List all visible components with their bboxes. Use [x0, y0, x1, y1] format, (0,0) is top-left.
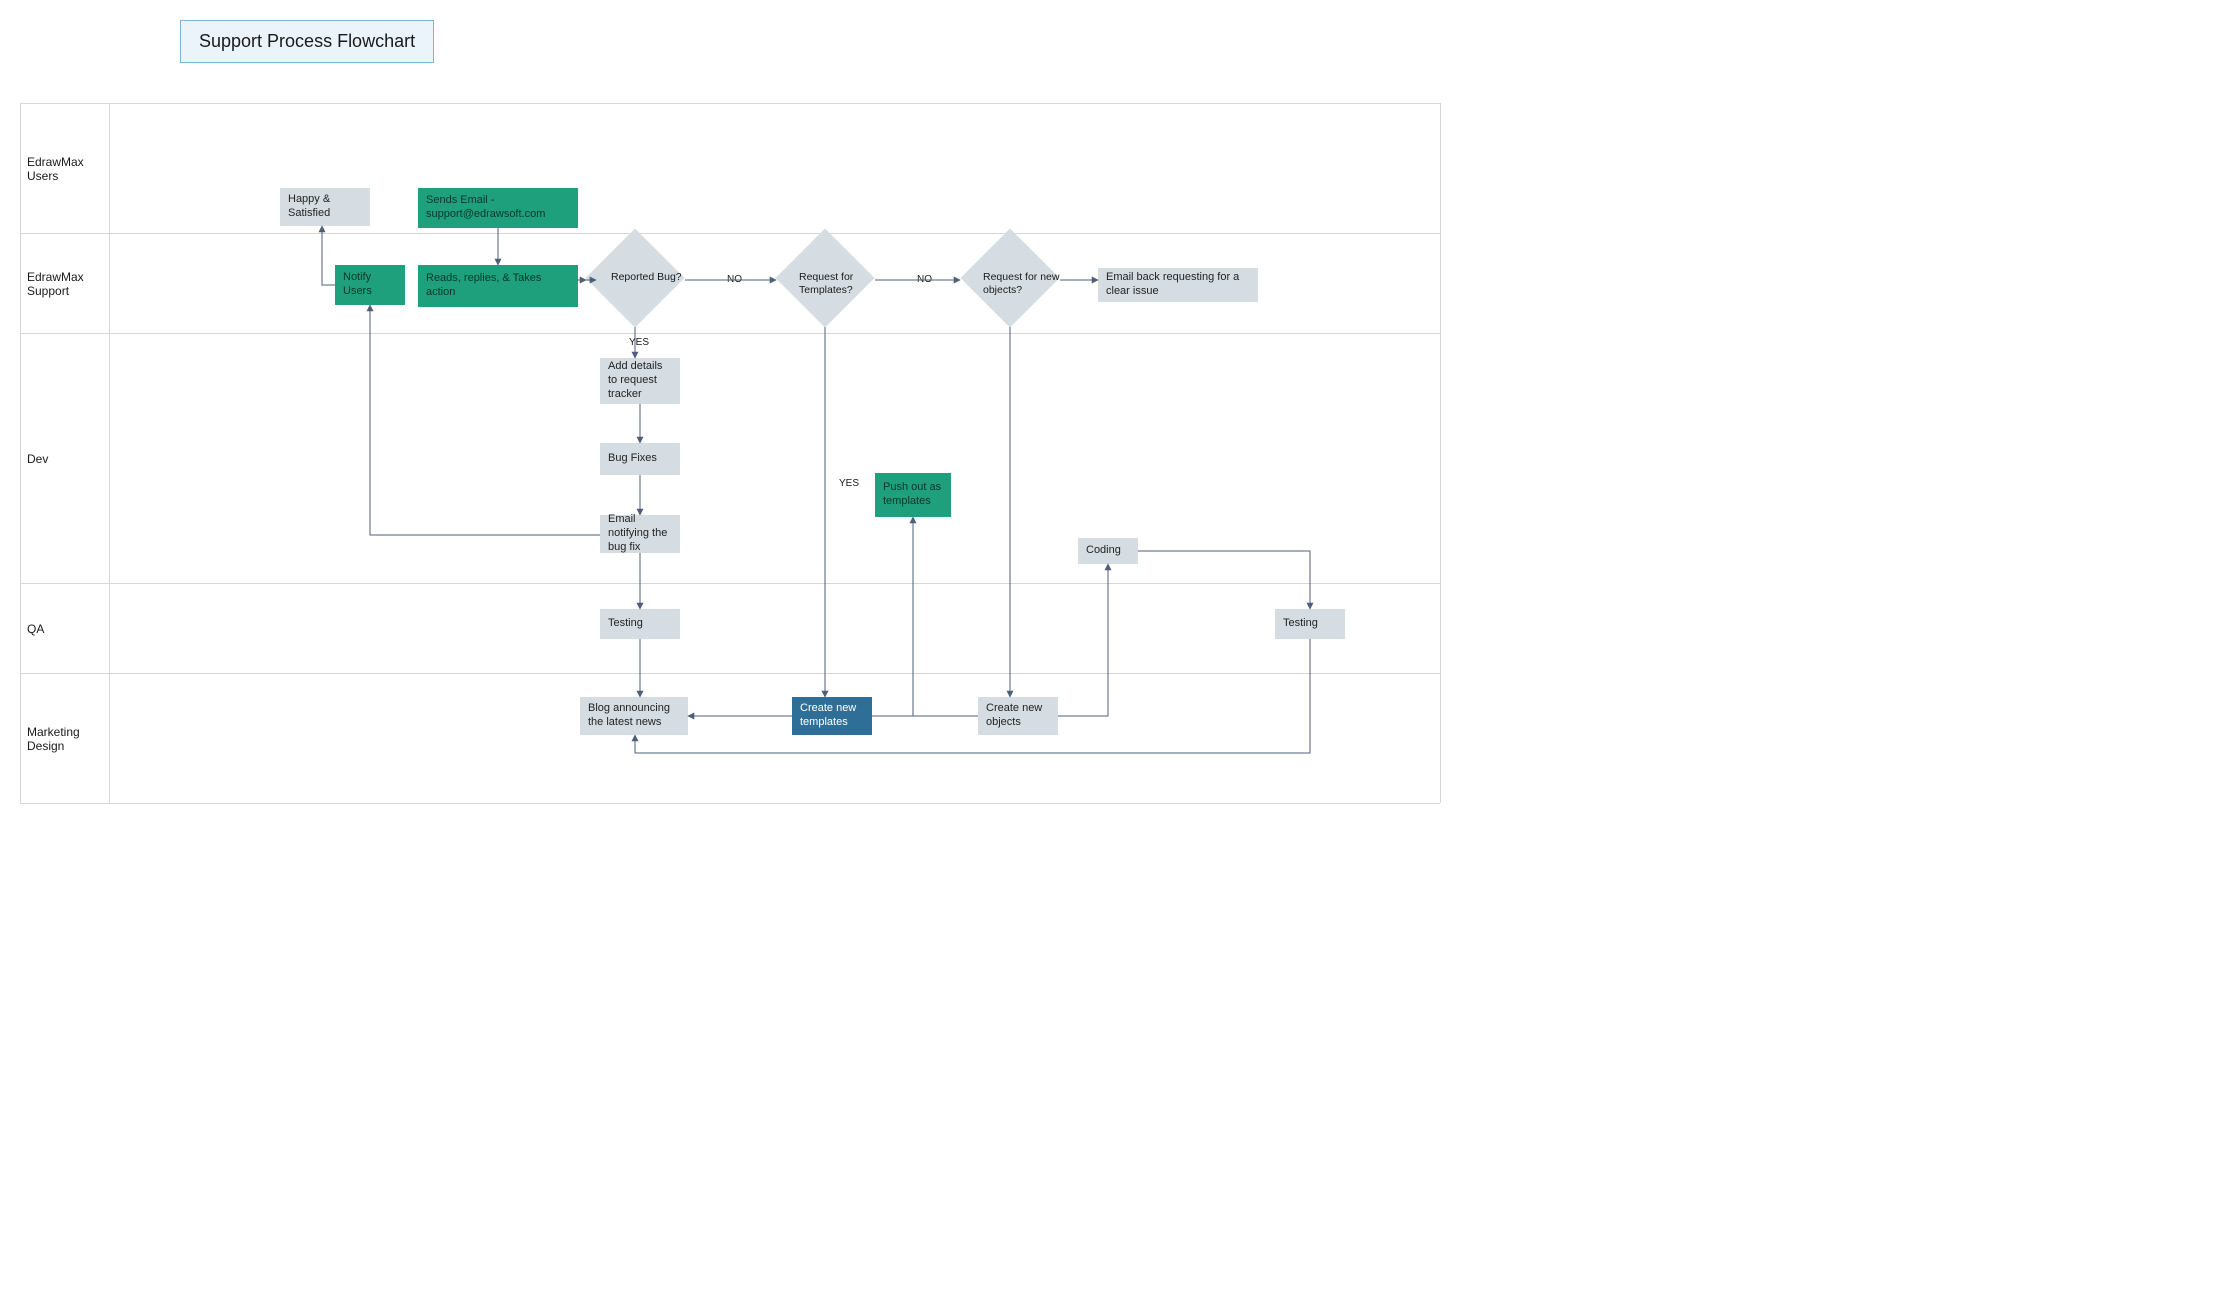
- node-label: Notify Users: [343, 271, 397, 299]
- node-add-details: Add details to request tracker: [600, 358, 680, 404]
- node-label: Reads, replies, & Takes action: [426, 272, 570, 300]
- lane-body-marketing: [110, 673, 1440, 803]
- node-label: Email notifying the bug fix: [608, 513, 672, 554]
- node-label: Testing: [608, 617, 643, 631]
- node-email-fix: Email notifying the bug fix: [600, 515, 680, 553]
- node-label: Testing: [1283, 617, 1318, 631]
- node-label: Add details to request tracker: [608, 360, 672, 401]
- edge-label-no-1: NO: [725, 274, 744, 285]
- node-label: Email back requesting for a clear issue: [1106, 271, 1250, 299]
- node-label: Create new objects: [986, 702, 1050, 730]
- node-happy-satisfied: Happy & Satisfied: [280, 188, 370, 226]
- node-label: Bug Fixes: [608, 452, 657, 466]
- edge-label-yes-1: YES: [627, 337, 651, 348]
- lane-label-dev: Dev: [20, 333, 110, 583]
- flowchart-canvas: EdrawMax Users EdrawMax Support Dev QA M…: [20, 103, 1441, 803]
- node-label: Blog announcing the latest news: [588, 702, 680, 730]
- lane-body-dev: [110, 333, 1440, 583]
- diagram-title-text: Support Process Flowchart: [199, 31, 415, 51]
- lane-label-users: EdrawMax Users: [20, 103, 110, 233]
- lane-text: EdrawMax Support: [27, 270, 103, 298]
- node-email-back: Email back requesting for a clear issue: [1098, 268, 1258, 302]
- node-testing-2: Testing: [1275, 609, 1345, 639]
- node-coding: Coding: [1078, 538, 1138, 564]
- lane-body-qa: [110, 583, 1440, 673]
- node-bug-fixes: Bug Fixes: [600, 443, 680, 475]
- lane-text: EdrawMax Users: [27, 155, 103, 183]
- edge-label-no-2: NO: [915, 274, 934, 285]
- node-label: Push out as templates: [883, 481, 943, 509]
- edge-text: NO: [917, 274, 932, 285]
- lane-label-qa: QA: [20, 583, 110, 673]
- edge-text: YES: [839, 478, 859, 489]
- node-testing-1: Testing: [600, 609, 680, 639]
- edge-text: YES: [629, 337, 649, 348]
- node-create-templates: Create new templates: [792, 697, 872, 735]
- lane-text: Marketing Design: [27, 725, 103, 753]
- lane-label-marketing: Marketing Design: [20, 673, 110, 803]
- node-push-out: Push out as templates: [875, 473, 951, 517]
- node-label: Sends Email - support@edrawsoft.com: [426, 194, 570, 222]
- diagram-title: Support Process Flowchart: [180, 20, 434, 63]
- node-label: Create new templates: [800, 702, 864, 730]
- lane-label-support: EdrawMax Support: [20, 233, 110, 333]
- node-sends-email: Sends Email - support@edrawsoft.com: [418, 188, 578, 228]
- node-notify-users: Notify Users: [335, 265, 405, 305]
- canvas-bottom-border: [20, 803, 1440, 804]
- node-label: Happy & Satisfied: [288, 193, 362, 221]
- lane-text: QA: [27, 622, 44, 636]
- edge-label-yes-2: YES: [837, 478, 861, 489]
- node-blog: Blog announcing the latest news: [580, 697, 688, 735]
- node-reads-replies: Reads, replies, & Takes action: [418, 265, 578, 307]
- lane-text: Dev: [27, 452, 48, 466]
- edge-text: NO: [727, 274, 742, 285]
- node-create-objects: Create new objects: [978, 697, 1058, 735]
- node-label: Coding: [1086, 544, 1121, 558]
